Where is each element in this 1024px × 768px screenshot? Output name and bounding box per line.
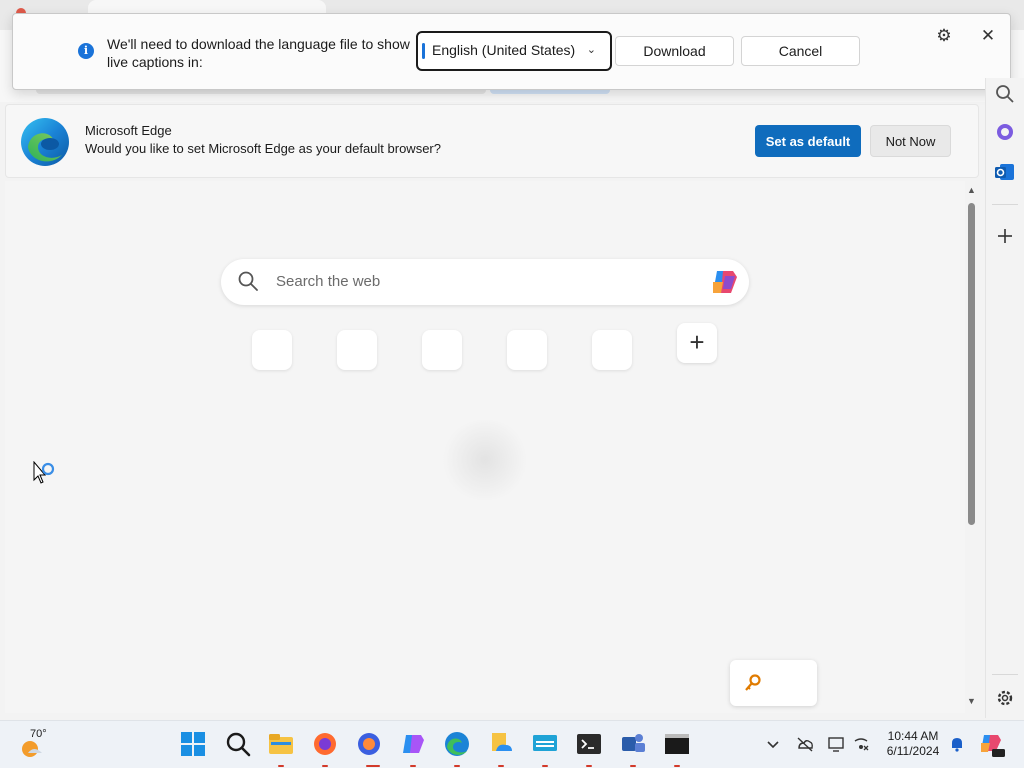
focus-indicator <box>422 43 425 59</box>
search-icon[interactable] <box>994 83 1016 105</box>
running-indicator <box>586 765 592 767</box>
running-indicator <box>322 765 328 767</box>
running-indicator <box>278 765 284 767</box>
download-button[interactable]: Download <box>615 36 734 66</box>
system-clock[interactable]: 10:44 AM 6/11/2024 <box>880 729 946 759</box>
running-indicator <box>498 765 504 767</box>
quick-link-tile[interactable] <box>252 330 292 370</box>
copilot-sidebar-icon[interactable] <box>994 121 1016 143</box>
quick-link-tile[interactable] <box>507 330 547 370</box>
search-box[interactable]: Search the web <box>221 259 749 305</box>
cancel-button[interactable]: Cancel <box>741 36 860 66</box>
language-select-value: English (United States) <box>432 42 576 58</box>
terminal-icon[interactable] <box>574 729 604 759</box>
quick-link-tile[interactable] <box>422 330 462 370</box>
start-icon[interactable] <box>178 729 208 759</box>
quick-link-tile[interactable] <box>592 330 632 370</box>
gear-icon[interactable] <box>994 687 1016 709</box>
loading-placeholder <box>440 420 530 500</box>
running-indicator <box>454 765 460 767</box>
copilot-icon[interactable] <box>398 729 428 759</box>
display-icon[interactable] <box>827 735 845 753</box>
scroll-down-arrow-icon[interactable]: ▼ <box>967 696 976 706</box>
running-indicator <box>366 765 380 767</box>
running-indicator <box>410 765 416 767</box>
running-indicator <box>542 765 548 767</box>
search-icon[interactable] <box>223 729 253 759</box>
weather-sun-icon <box>22 741 42 757</box>
network-icon[interactable] <box>852 735 870 753</box>
weather-widget[interactable]: 70° <box>18 727 78 763</box>
edge-sidebar <box>985 78 1024 718</box>
sidebar-divider <box>992 674 1018 675</box>
running-indicator <box>630 765 636 767</box>
password-key-widget[interactable] <box>730 660 817 706</box>
chevron-up-icon[interactable] <box>764 735 782 753</box>
add-quick-link-button[interactable]: + <box>677 323 717 363</box>
weather-temp: 70° <box>30 728 47 740</box>
running-indicator <box>674 765 680 767</box>
info-icon: i <box>78 43 94 59</box>
live-captions-dialog: i We'll need to download the language fi… <box>12 13 1011 90</box>
not-now-button[interactable]: Not Now <box>870 125 951 157</box>
remote-desktop-icon[interactable] <box>530 729 560 759</box>
scroll-thumb[interactable] <box>968 203 975 525</box>
clock-date: 6/11/2024 <box>886 744 940 758</box>
copilot-icon[interactable] <box>709 268 739 296</box>
scrollbar[interactable]: ▲ ▼ <box>965 183 979 713</box>
teams-icon[interactable] <box>618 729 648 759</box>
set-as-default-button[interactable]: Set as default <box>755 125 861 157</box>
copilot-pre-icon[interactable] <box>978 731 1006 759</box>
cmd-icon[interactable] <box>662 729 692 759</box>
edge-logo-icon <box>21 118 69 166</box>
sidebar-divider <box>992 204 1018 205</box>
onedrive-icon[interactable] <box>486 729 516 759</box>
captions-message: We'll need to download the language file… <box>107 36 410 70</box>
search-icon <box>238 271 258 291</box>
edge-title: Microsoft Edge <box>85 123 172 138</box>
key-icon <box>745 674 761 691</box>
chevron-down-icon: ⌄ <box>586 44 596 56</box>
edge-description: Would you like to set Microsoft Edge as … <box>85 141 441 156</box>
busy-cursor-icon <box>33 461 55 484</box>
outlook-icon[interactable] <box>994 161 1016 183</box>
scroll-up-arrow-icon[interactable]: ▲ <box>967 185 976 195</box>
gear-icon[interactable]: ⚙ <box>934 26 954 46</box>
search-placeholder: Search the web <box>276 273 381 290</box>
file-explorer-icon[interactable] <box>266 729 296 759</box>
close-icon[interactable]: ✕ <box>978 26 998 46</box>
edge-icon[interactable] <box>442 729 472 759</box>
bell-icon[interactable] <box>948 735 966 753</box>
default-browser-bar: Microsoft Edge Would you like to set Mic… <box>5 104 979 178</box>
quick-link-tile[interactable] <box>337 330 377 370</box>
firefox-dev-icon[interactable] <box>354 729 384 759</box>
cloud-icon[interactable] <box>796 735 814 753</box>
taskbar: 70° 10:44 AM 6/11/2024 <box>0 720 1024 768</box>
language-select[interactable]: English (United States) ⌄ <box>416 31 612 71</box>
add-icon[interactable] <box>994 225 1016 247</box>
clock-time: 10:44 AM <box>887 729 939 743</box>
firefox-icon[interactable] <box>310 729 340 759</box>
